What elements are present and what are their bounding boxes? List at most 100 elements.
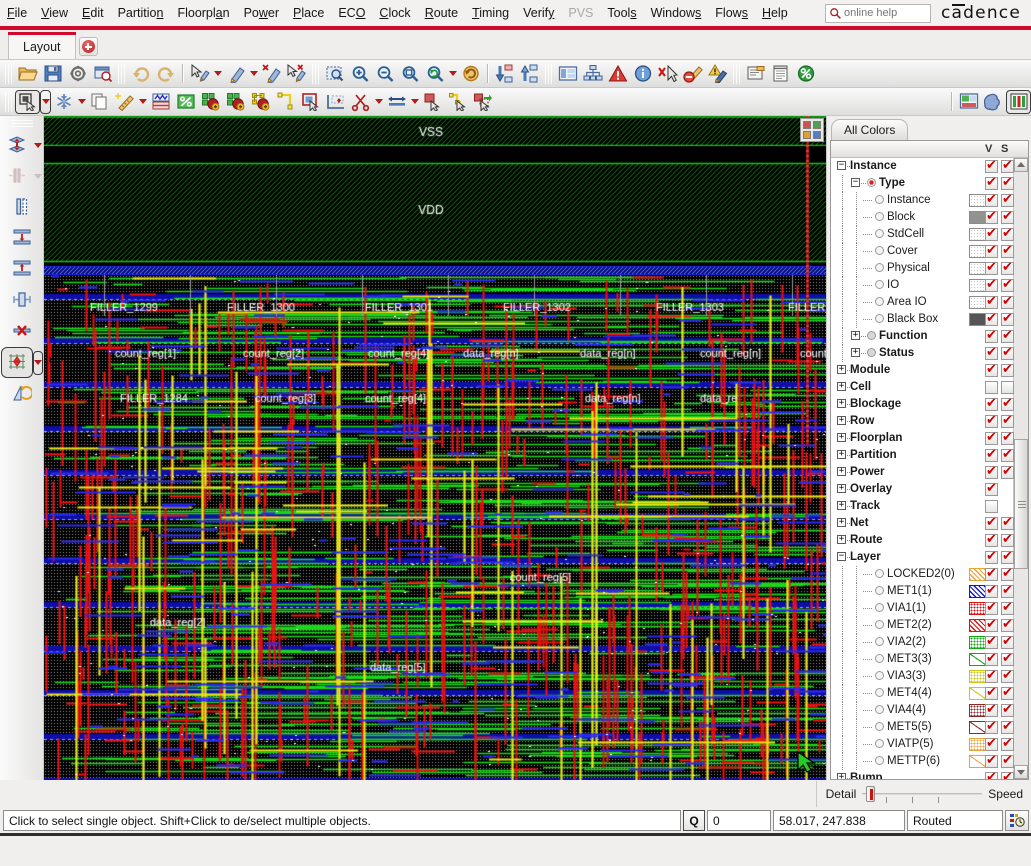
tree-radio[interactable] — [875, 688, 884, 697]
dropdown-arrow-icon[interactable] — [33, 351, 43, 375]
tree-row-partition[interactable]: +Partition — [831, 447, 1013, 464]
tree-radio[interactable] — [875, 280, 884, 289]
menu-tools[interactable]: Tools — [600, 3, 643, 23]
menu-flows[interactable]: Flows — [708, 3, 755, 23]
toolbar-grip[interactable] — [545, 64, 552, 84]
mini-swatch-2[interactable] — [813, 121, 821, 129]
tree-expander-plus[interactable]: + — [837, 450, 846, 459]
tree-radio[interactable] — [875, 569, 884, 578]
hierarchy-button[interactable] — [580, 62, 605, 86]
tree-radio[interactable] — [875, 671, 884, 680]
selectable-checkbox[interactable] — [1001, 245, 1014, 258]
dropdown-arrow-icon[interactable] — [33, 143, 43, 148]
selectable-checkbox[interactable] — [1001, 738, 1014, 751]
open-file-button[interactable] — [15, 62, 40, 86]
visible-checkbox[interactable] — [985, 347, 998, 360]
tree-radio[interactable] — [867, 331, 876, 340]
tree-expander-plus[interactable]: + — [837, 399, 846, 408]
selectable-checkbox[interactable] — [1001, 653, 1014, 666]
visible-checkbox[interactable] — [985, 279, 998, 292]
tree-row-physical[interactable]: Physical — [831, 260, 1013, 277]
mini-color-swatches[interactable] — [800, 118, 824, 142]
visible-checkbox[interactable] — [985, 534, 998, 547]
menu-partition[interactable]: Partition — [111, 3, 171, 23]
tree-radio[interactable] — [875, 229, 884, 238]
ruler-button[interactable] — [112, 90, 137, 114]
visible-checkbox[interactable] — [985, 738, 998, 751]
visible-checkbox[interactable] — [985, 245, 998, 258]
dropdown-arrow-icon[interactable] — [409, 90, 420, 114]
distribute-horizontal-button[interactable] — [6, 285, 38, 316]
selectable-checkbox[interactable] — [1001, 585, 1014, 598]
menu-verify[interactable]: Verify — [516, 3, 561, 23]
visible-checkbox[interactable] — [985, 160, 998, 173]
toolbar-grip[interactable] — [733, 64, 740, 84]
selectable-checkbox[interactable] — [1001, 449, 1014, 462]
tree-row-block[interactable]: Block — [831, 209, 1013, 226]
menu-route[interactable]: Route — [418, 3, 465, 23]
density-map-button[interactable] — [173, 90, 198, 114]
menu-clock[interactable]: Clock — [372, 3, 417, 23]
design-browser-button[interactable] — [90, 62, 115, 86]
annotation-button[interactable] — [743, 62, 768, 86]
tree-row-floorplan[interactable]: +Floorplan — [831, 430, 1013, 447]
tree-row-type[interactable]: −Type — [831, 175, 1013, 192]
menu-power[interactable]: Power — [237, 3, 286, 23]
visible-checkbox[interactable] — [985, 415, 998, 428]
selectable-checkbox[interactable] — [1001, 364, 1014, 377]
snap-grid-button[interactable] — [1, 347, 33, 378]
info-button[interactable] — [630, 62, 655, 86]
edit-wire-button[interactable] — [223, 62, 248, 86]
tree-row-module[interactable]: +Module — [831, 362, 1013, 379]
visible-checkbox[interactable] — [985, 619, 998, 632]
tree-row-function[interactable]: +Function — [831, 328, 1013, 345]
visible-checkbox[interactable] — [985, 177, 998, 190]
tree-row-mettp-6-[interactable]: METTP(6) — [831, 753, 1013, 770]
swap-button[interactable] — [470, 90, 495, 114]
history-clock-icon[interactable] — [1005, 810, 1029, 831]
visible-checkbox[interactable] — [985, 466, 998, 479]
tree-row-net[interactable]: +Net — [831, 515, 1013, 532]
selectable-checkbox[interactable] — [1001, 704, 1014, 717]
tree-radio[interactable] — [875, 246, 884, 255]
add-group-button[interactable] — [248, 90, 273, 114]
flip-layer-button[interactable] — [1, 130, 33, 161]
mini-swatch-3[interactable] — [803, 131, 811, 139]
visible-checkbox[interactable] — [985, 194, 998, 207]
selectable-checkbox[interactable] — [1001, 347, 1014, 360]
selectable-checkbox[interactable] — [1001, 381, 1014, 394]
tree-expander-plus[interactable]: + — [837, 518, 846, 527]
selectable-checkbox[interactable] — [1001, 721, 1014, 734]
tree-radio[interactable] — [867, 348, 876, 357]
tree-expander-minus[interactable]: − — [837, 161, 846, 170]
tree-row-via4-4-[interactable]: VIA4(4) — [831, 702, 1013, 719]
tree-row-instance[interactable]: Instance — [831, 192, 1013, 209]
menu-floorplan[interactable]: Floorplan — [170, 3, 236, 23]
dropdown-arrow-icon[interactable] — [212, 62, 223, 86]
tree-row-via3-3-[interactable]: VIA3(3) — [831, 668, 1013, 685]
tree-row-io[interactable]: IO — [831, 277, 1013, 294]
delete-wire-button[interactable] — [259, 62, 284, 86]
selectable-checkbox[interactable] — [1001, 772, 1014, 779]
tree-expander-plus[interactable]: + — [851, 348, 860, 357]
design-views-button[interactable] — [555, 62, 580, 86]
dropdown-arrow-icon[interactable] — [33, 174, 43, 179]
previous-view-button[interactable] — [458, 62, 483, 86]
tree-row-met3-3-[interactable]: MET3(3) — [831, 651, 1013, 668]
scrollbar-thumb[interactable] — [1014, 439, 1028, 569]
tree-radio[interactable] — [875, 603, 884, 612]
search-input[interactable] — [842, 7, 927, 19]
zoom-out-button[interactable] — [372, 62, 397, 86]
visible-checkbox[interactable] — [985, 670, 998, 683]
zoom-fit-button[interactable] — [397, 62, 422, 86]
detail-speed-slider[interactable] — [862, 784, 982, 804]
tree-row-bump[interactable]: +Bump — [831, 770, 1013, 779]
visible-checkbox[interactable] — [985, 568, 998, 581]
selectable-checkbox[interactable] — [1001, 568, 1014, 581]
report-button[interactable] — [768, 62, 793, 86]
selectable-checkbox[interactable] — [1001, 194, 1014, 207]
menu-edit[interactable]: Edit — [75, 3, 111, 23]
selectable-checkbox[interactable] — [1001, 160, 1014, 173]
dropdown-arrow-icon[interactable] — [40, 90, 51, 114]
dropdown-arrow-icon[interactable] — [248, 62, 259, 86]
